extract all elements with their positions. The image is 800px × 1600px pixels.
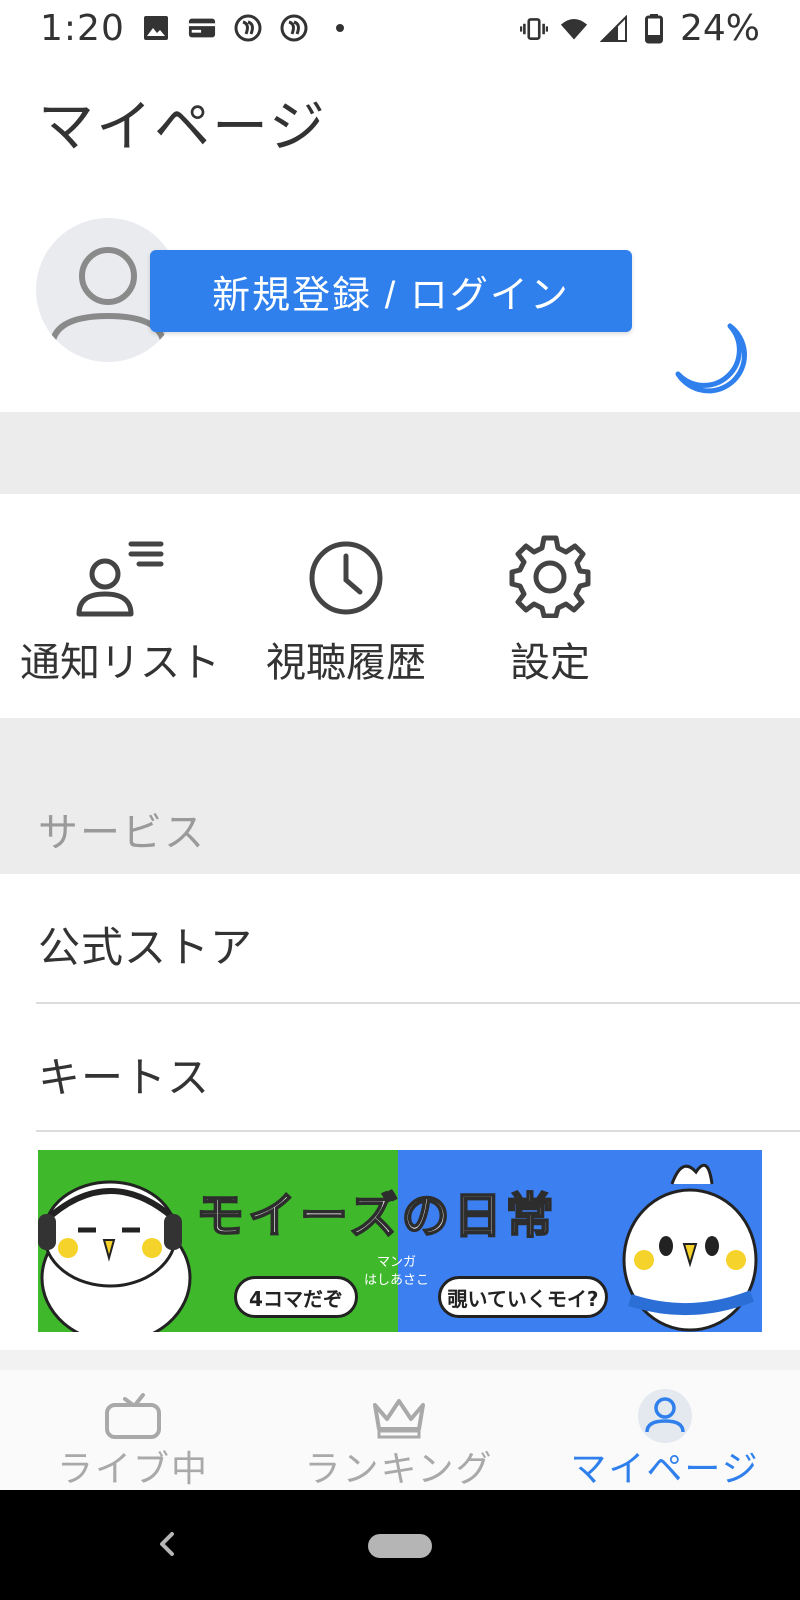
system-navigation-bar xyxy=(0,1490,800,1600)
notification-list-button[interactable]: 通知リスト xyxy=(10,528,230,688)
page-title: マイページ xyxy=(38,95,327,160)
notification-list-icon xyxy=(76,541,164,617)
nav-tab-ranking[interactable]: ランキング xyxy=(266,1370,532,1490)
nav-tab-mypage[interactable]: マイページ xyxy=(532,1370,798,1490)
crown-icon xyxy=(373,1399,425,1439)
section-label: サービス xyxy=(38,810,206,856)
battery-icon xyxy=(640,13,668,43)
action-label: 設定 xyxy=(510,640,590,686)
battery-percent: 24% xyxy=(679,8,760,49)
status-notification-icons xyxy=(142,14,354,42)
register-login-button[interactable]: 新規登録 / ログイン xyxy=(150,250,632,332)
bottom-navigation: ライブ中 ランキング マイページ xyxy=(0,1370,800,1490)
tv-icon xyxy=(105,1393,161,1439)
nav-tab-label: マイページ xyxy=(570,1449,760,1490)
clock-icon xyxy=(309,541,383,615)
watch-history-button[interactable]: 視聴履歴 xyxy=(236,528,456,688)
home-button[interactable] xyxy=(368,1534,432,1558)
card-icon xyxy=(188,14,216,42)
list-item-keytos[interactable]: キートス xyxy=(0,1004,800,1132)
action-label: 視聴履歴 xyxy=(266,640,426,686)
status-bar: 1:20 24% xyxy=(0,0,800,56)
app-icon xyxy=(280,14,308,42)
app-icon xyxy=(234,14,262,42)
vibrate-icon xyxy=(519,15,548,43)
user-icon xyxy=(638,1389,692,1443)
gear-icon xyxy=(509,535,591,618)
dot-icon xyxy=(326,14,354,42)
divider xyxy=(36,1130,800,1132)
speech-bubble: 覗いていくモイ? xyxy=(438,1276,608,1318)
manga-banner[interactable]: 4コマだぞ 覗いていくモイ? モイーズの日常 マンガ はしあさこ xyxy=(38,1150,762,1332)
banner-author-name: はしあさこ xyxy=(364,1273,430,1288)
bird-character-image xyxy=(38,1180,192,1332)
image-icon xyxy=(142,14,170,42)
settings-button[interactable]: 設定 xyxy=(440,528,660,688)
section-separator xyxy=(0,412,800,494)
status-time: 1:20 xyxy=(40,8,125,49)
status-system-icons: 24% xyxy=(519,8,760,49)
my-page-screen: 1:20 24% マイページ 新規登録 / ログイン 通知リスト 視聴履歴 設定… xyxy=(0,0,800,1600)
moon-icon[interactable] xyxy=(674,322,756,404)
signal-icon xyxy=(599,14,628,43)
bottom-separator xyxy=(0,1350,800,1370)
nav-tab-live[interactable]: ライブ中 xyxy=(0,1370,266,1490)
action-label: 通知リスト xyxy=(20,640,220,686)
wifi-icon xyxy=(560,15,588,43)
list-item-official-store[interactable]: 公式ストア xyxy=(0,874,800,1002)
speech-bubble: 4コマだぞ xyxy=(234,1276,358,1318)
nav-tab-label: ライブ中 xyxy=(56,1449,209,1490)
list-item-label: キートス xyxy=(38,1053,211,1102)
nav-tab-label: ランキング xyxy=(304,1449,494,1490)
banner-title: モイーズの日常 xyxy=(195,1187,558,1245)
banner-author: マンガ はしあさこ xyxy=(364,1254,429,1290)
banner-caption: マンガ xyxy=(377,1255,417,1270)
bird-character-image xyxy=(622,1163,758,1332)
list-item-label: 公式ストア xyxy=(38,923,254,972)
back-icon[interactable] xyxy=(150,1526,186,1562)
